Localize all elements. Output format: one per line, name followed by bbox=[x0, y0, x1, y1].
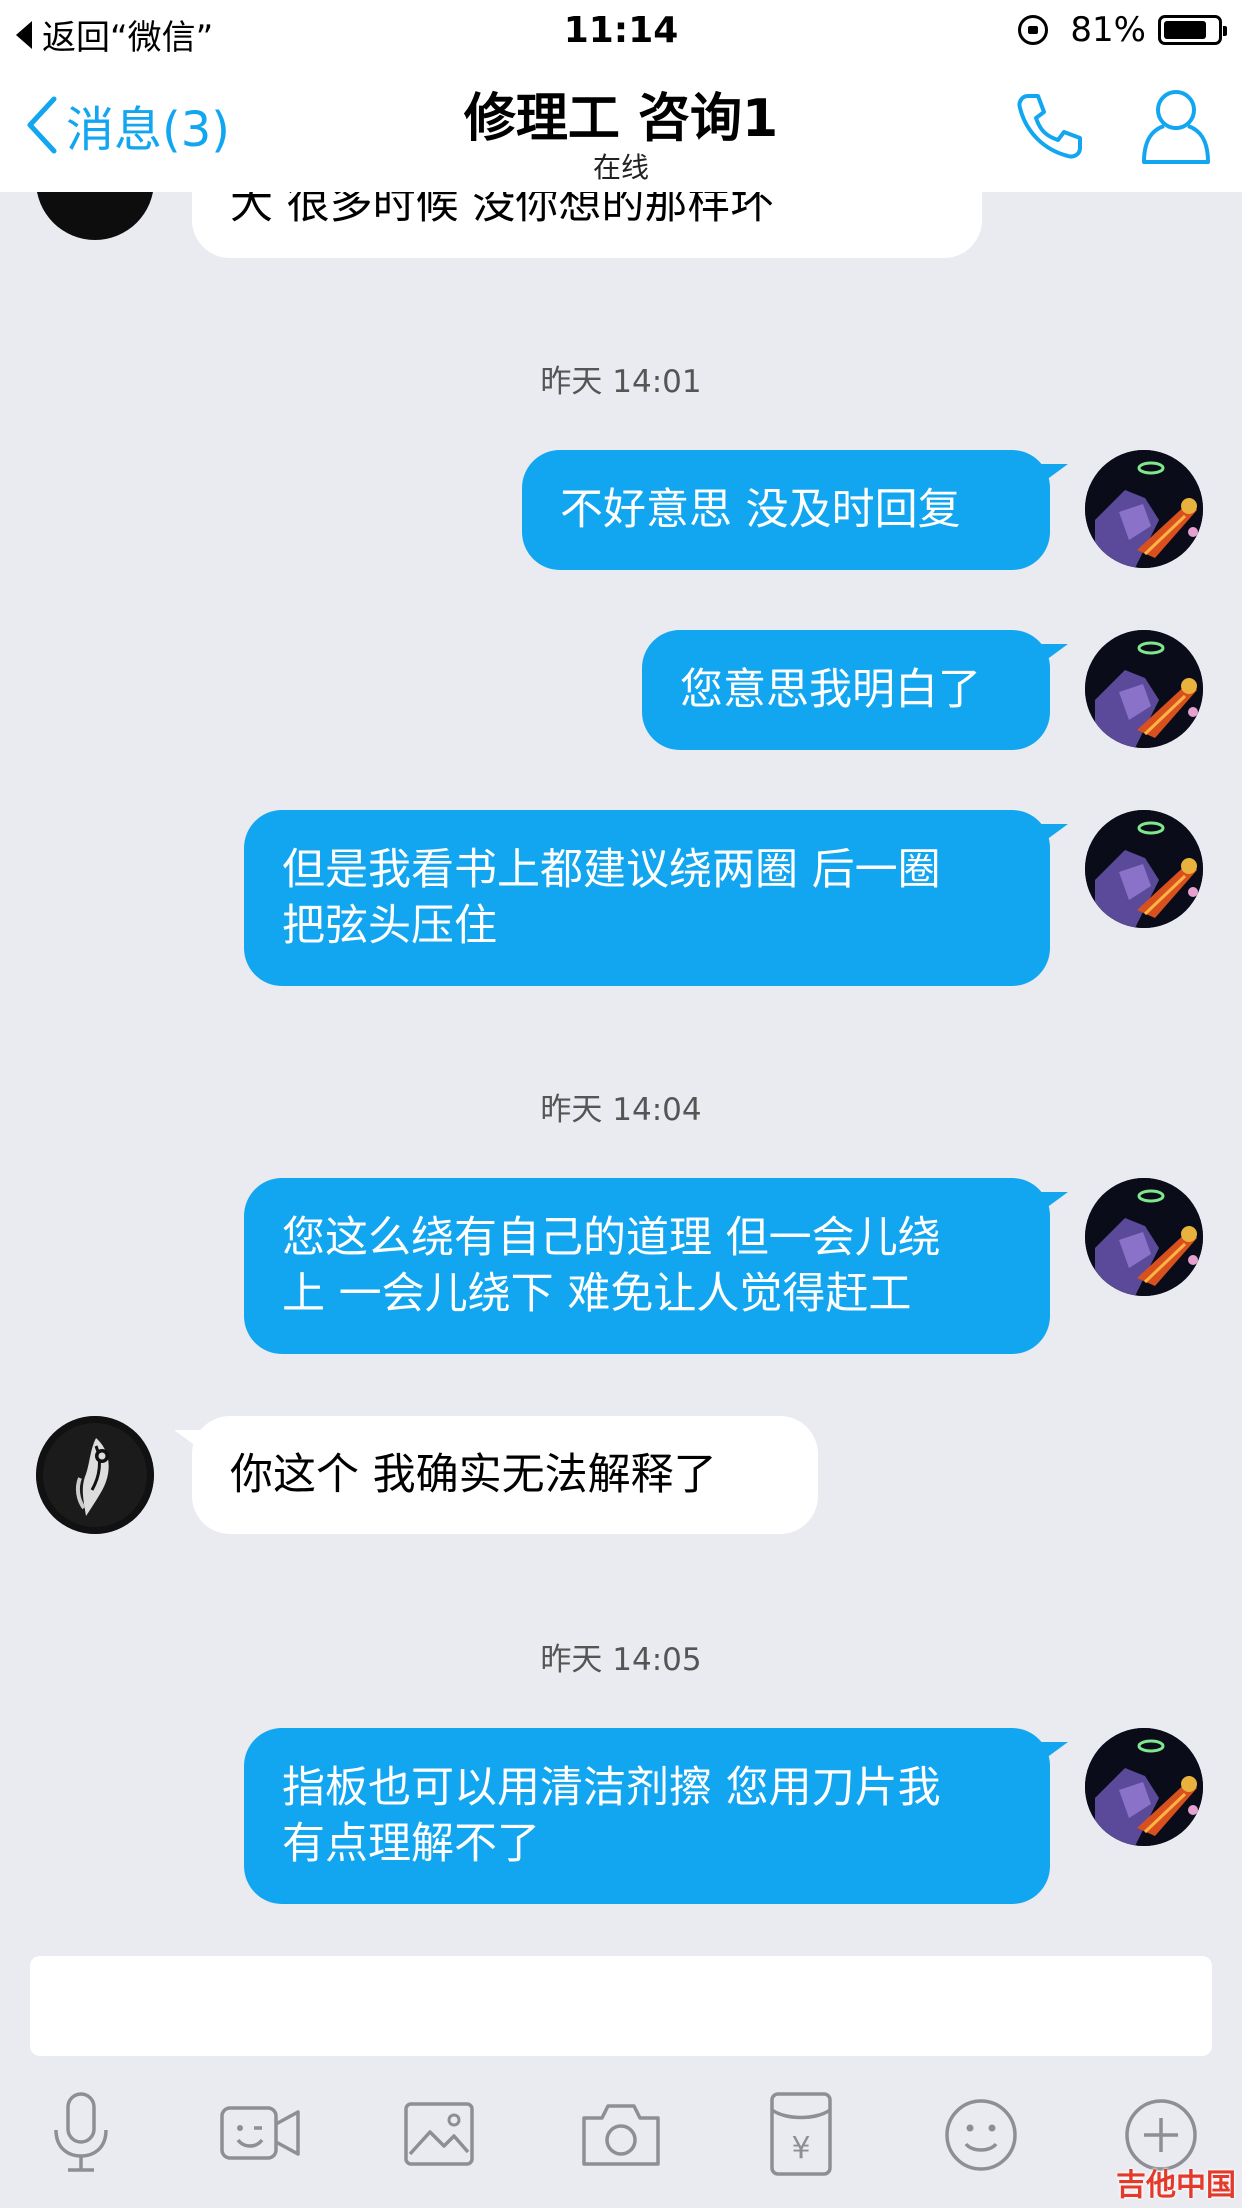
call-button[interactable] bbox=[1014, 90, 1086, 166]
avatar-image bbox=[1085, 1728, 1203, 1846]
battery-percent: 81% bbox=[1070, 10, 1146, 50]
red-packet-button[interactable]: ¥ bbox=[756, 2090, 846, 2180]
message-input[interactable] bbox=[30, 1956, 1212, 2056]
voice-button[interactable] bbox=[36, 2090, 126, 2180]
contact-profile-button[interactable] bbox=[1138, 84, 1214, 172]
battery-icon bbox=[1158, 15, 1227, 45]
image-icon bbox=[404, 2102, 474, 2166]
my-avatar[interactable] bbox=[1085, 1178, 1203, 1296]
nav-bar: 消息(3) 修理工 咨询1 在线 bbox=[0, 60, 1242, 192]
message-text-line: 上 一会儿绕下 难免让人觉得赶工 bbox=[282, 1269, 912, 1319]
message-bubble-outgoing[interactable]: 但是我看书上都建议绕两圈 后一圈 把弦头压住 bbox=[244, 810, 1068, 986]
phone-icon bbox=[1017, 94, 1082, 159]
message-text-line: 有点理解不了 bbox=[282, 1819, 540, 1869]
chat-area[interactable]: 大 很多时候 没你想的那样坏 昨天 14:01 不好意思 没及时回复 您意思我明… bbox=[0, 192, 1242, 1952]
message-text-line: 指板也可以用清洁剂擦 您用刀片我 bbox=[282, 1763, 941, 1813]
avatar-image bbox=[1085, 810, 1203, 928]
timestamp: 昨天 14:01 bbox=[540, 364, 702, 400]
yen-symbol: ¥ bbox=[791, 2131, 810, 2166]
message-text: 大 很多时候 没你想的那样坏 bbox=[230, 192, 774, 229]
feather-logo-icon bbox=[36, 1416, 154, 1534]
timestamp: 昨天 14:05 bbox=[540, 1642, 702, 1678]
watermark-logo: 吉他中国 bbox=[1116, 2168, 1236, 2203]
message-bubble-incoming-partial[interactable]: 大 很多时候 没你想的那样坏 bbox=[192, 192, 982, 258]
emoji-icon bbox=[945, 2099, 1017, 2171]
battery-fill bbox=[1164, 21, 1207, 39]
contact-avatar[interactable] bbox=[36, 192, 154, 240]
message-bubble-outgoing[interactable]: 不好意思 没及时回复 bbox=[522, 450, 1068, 570]
emoji-button[interactable] bbox=[936, 2090, 1026, 2180]
video-button[interactable] bbox=[216, 2090, 306, 2180]
my-avatar[interactable] bbox=[1085, 810, 1203, 928]
image-button[interactable] bbox=[396, 2090, 486, 2180]
camera-icon bbox=[582, 2104, 660, 2166]
rotation-lock-icon bbox=[1018, 15, 1049, 45]
message-text-line: 但是我看书上都建议绕两圈 后一圈 bbox=[282, 845, 941, 895]
message-bubble-outgoing[interactable]: 指板也可以用清洁剂擦 您用刀片我 有点理解不了 bbox=[244, 1728, 1068, 1904]
my-avatar[interactable] bbox=[1085, 450, 1203, 568]
avatar-image bbox=[1085, 630, 1203, 748]
message-text: 你这个 我确实无法解释了 bbox=[230, 1450, 717, 1500]
mic-icon bbox=[54, 2092, 108, 2172]
status-indicators: 81% bbox=[1018, 10, 1227, 50]
avatar-image bbox=[1085, 1178, 1203, 1296]
message-bubble-outgoing[interactable]: 您这么绕有自己的道理 但一会儿绕 上 一会儿绕下 难免让人觉得赶工 bbox=[244, 1178, 1068, 1354]
message-text: 您意思我明白了 bbox=[680, 665, 981, 715]
status-bar: 返回“微信” 11:14 81% bbox=[0, 0, 1242, 60]
contact-avatar[interactable] bbox=[36, 1416, 154, 1534]
red-packet-icon: ¥ bbox=[770, 2092, 832, 2176]
input-toolbar: ¥ 吉他中国 bbox=[0, 2076, 1242, 2208]
message-bubble-outgoing[interactable]: 您意思我明白了 bbox=[642, 630, 1068, 750]
timestamp: 昨天 14:04 bbox=[540, 1092, 702, 1128]
message-text-line: 把弦头压住 bbox=[282, 901, 497, 951]
message-text-line: 您这么绕有自己的道理 但一会儿绕 bbox=[282, 1213, 941, 1263]
message-bubble-incoming[interactable]: 你这个 我确实无法解释了 bbox=[174, 1416, 818, 1534]
video-icon bbox=[220, 2106, 300, 2160]
avatar-image bbox=[1085, 450, 1203, 568]
person-icon bbox=[1142, 90, 1210, 164]
my-avatar[interactable] bbox=[1085, 630, 1203, 748]
message-text: 不好意思 没及时回复 bbox=[560, 485, 961, 535]
my-avatar[interactable] bbox=[1085, 1728, 1203, 1846]
camera-button[interactable] bbox=[576, 2090, 666, 2180]
